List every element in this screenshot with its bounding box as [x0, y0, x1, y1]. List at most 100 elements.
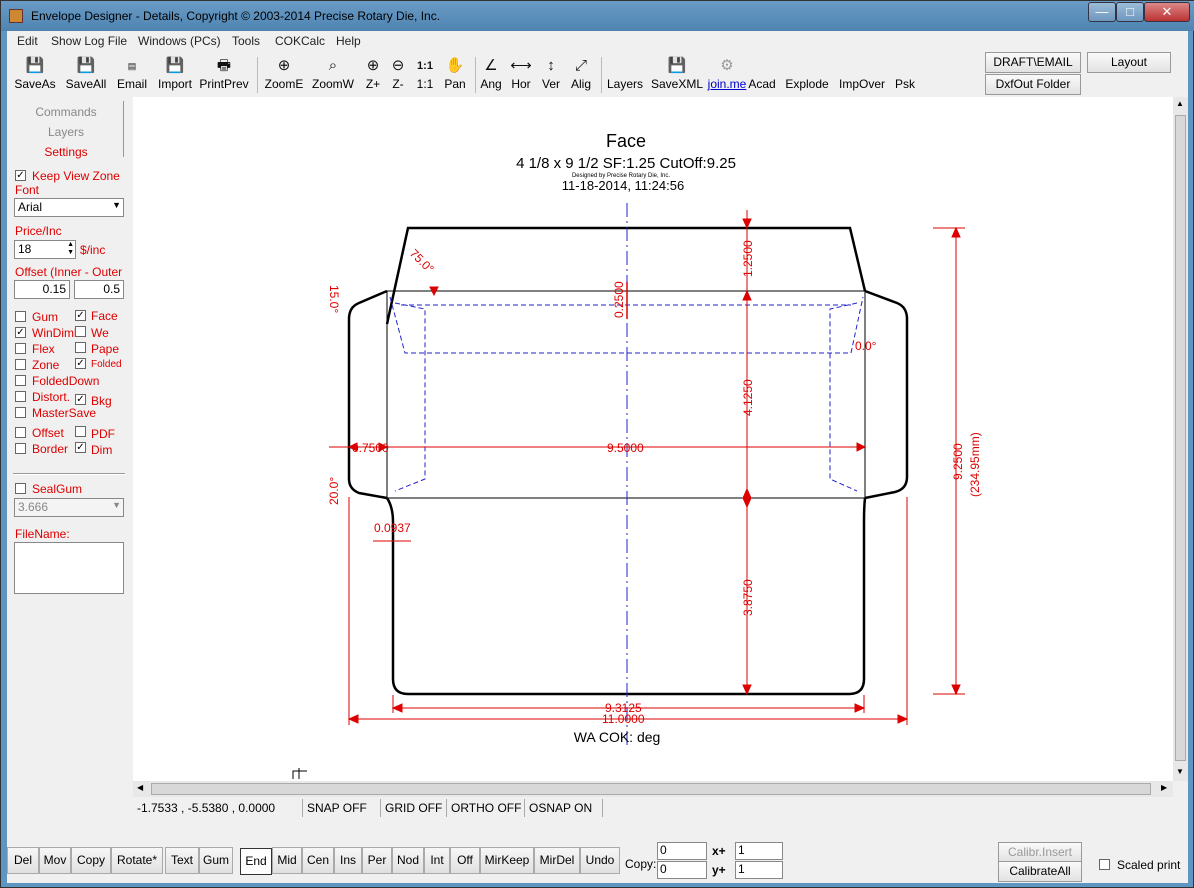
scroll-right-icon[interactable]: ▶ — [1161, 783, 1167, 792]
minimize-button[interactable]: — — [1088, 2, 1116, 22]
explode-button[interactable]: Explode — [785, 55, 829, 91]
arrowhead — [742, 289, 752, 301]
copy-button[interactable]: Copy — [71, 847, 111, 874]
vertical-scrollbar[interactable]: ▲ ▼ — [1173, 97, 1188, 781]
menu-show-log-file[interactable]: Show Log File — [51, 34, 127, 48]
scroll-up-icon[interactable]: ▲ — [1176, 99, 1184, 108]
distort-checkbox[interactable] — [15, 391, 26, 402]
font-select[interactable]: Arial ▼ — [14, 198, 124, 217]
alig-button[interactable]: ⤢ Alig — [569, 55, 593, 91]
ver-button[interactable]: ↕ Ver — [539, 55, 563, 91]
mov-button[interactable]: Mov — [39, 847, 71, 874]
tab-layers[interactable]: Layers — [7, 125, 125, 139]
gum-button[interactable]: Gum — [199, 847, 233, 874]
pape-checkbox[interactable] — [75, 342, 86, 353]
calibrate-all-button[interactable]: CalibrateAll — [998, 861, 1082, 882]
layers-button[interactable]: Layers — [607, 55, 643, 91]
mid-button[interactable]: Mid — [272, 847, 302, 874]
ang-button[interactable]: ∠ Ang — [479, 55, 503, 91]
zoomw-button[interactable]: ⌕ ZoomW — [311, 55, 355, 91]
sealgum-select[interactable]: 3.666 ▼ — [14, 498, 124, 517]
pan-button[interactable]: ✋ Pan — [441, 55, 469, 91]
nod-button[interactable]: Nod — [392, 847, 424, 874]
text-button[interactable]: Text — [165, 847, 199, 874]
mastersave-checkbox[interactable] — [15, 407, 26, 418]
acad-button[interactable]: Acad — [747, 55, 777, 91]
hor-button[interactable]: ⟷ Hor — [509, 55, 533, 91]
dim-checkbox[interactable]: ✓ — [75, 442, 86, 453]
calibr-insert-button[interactable]: Calibr.Insert — [998, 842, 1082, 863]
tab-commands[interactable]: Commands — [7, 105, 125, 119]
ins-button[interactable]: Ins — [334, 847, 362, 874]
int-button[interactable]: Int — [424, 847, 450, 874]
impover-button[interactable]: ImpOver — [839, 55, 885, 91]
end-button[interactable]: End — [240, 848, 272, 875]
zone-checkbox[interactable] — [15, 359, 26, 370]
joinme-link[interactable]: ⚙ join.me — [707, 55, 747, 91]
mirdel-button[interactable]: MirDel — [534, 847, 580, 874]
layout-button[interactable]: Layout — [1087, 52, 1171, 73]
folded-checkbox[interactable]: ✓ — [75, 358, 86, 369]
dxfout-folder-button[interactable]: DxfOut Folder — [985, 74, 1081, 95]
arrowhead — [391, 703, 403, 713]
drawing-canvas[interactable]: Face 4 1/8 x 9 1/2 SF:1.25 CutOff:9.25 D… — [133, 97, 1173, 781]
flex-checkbox[interactable] — [15, 343, 26, 354]
border-checkbox[interactable] — [15, 443, 26, 454]
import-button[interactable]: 💾 Import — [155, 55, 195, 91]
email-button[interactable]: ▤ Email — [113, 55, 151, 91]
pdf-checkbox[interactable] — [75, 426, 86, 437]
status-grid[interactable]: GRID OFF — [381, 799, 447, 817]
status-ortho[interactable]: ORTHO OFF — [447, 799, 525, 817]
savexml-button[interactable]: 💾 SaveXML — [651, 55, 703, 91]
draft-email-button[interactable]: DRAFT\EMAIL — [985, 52, 1081, 73]
copy-count-a-input[interactable]: 0 — [657, 842, 707, 860]
scroll-thumb[interactable] — [151, 783, 1151, 795]
scroll-thumb[interactable] — [1175, 115, 1186, 761]
horizontal-scrollbar[interactable]: ◀ ▶ — [133, 781, 1173, 797]
status-snap[interactable]: SNAP OFF — [303, 799, 381, 817]
we-checkbox[interactable] — [75, 326, 86, 337]
status-osnap[interactable]: OSNAP ON — [525, 799, 603, 817]
windim-checkbox[interactable]: ✓ — [15, 327, 26, 338]
menu-help[interactable]: Help — [336, 34, 361, 48]
copy-count-b-input[interactable]: 0 — [657, 861, 707, 879]
scaled-print-checkbox[interactable] — [1099, 859, 1110, 870]
cen-button[interactable]: Cen — [302, 847, 334, 874]
scroll-left-icon[interactable]: ◀ — [137, 783, 143, 792]
printprev-button[interactable]: 🖶 PrintPrev — [199, 55, 249, 91]
one-to-one-button[interactable]: 1:1 1:1 — [413, 55, 437, 91]
sealgum-checkbox[interactable] — [15, 483, 26, 494]
keep-view-zone-checkbox[interactable]: ✓ — [15, 170, 26, 181]
x-offset-input[interactable]: 1 — [735, 842, 783, 860]
menu-cokcalc[interactable]: COKCalc — [275, 34, 325, 48]
saveas-button[interactable]: 💾 SaveAs — [13, 55, 57, 91]
maximize-button[interactable]: □ — [1116, 2, 1144, 22]
rotate-button[interactable]: Rotate* — [111, 847, 163, 874]
saveall-button[interactable]: 💾 SaveAll — [63, 55, 109, 91]
undo-button[interactable]: Undo — [580, 847, 620, 874]
del-button[interactable]: Del — [7, 847, 39, 874]
mirkeep-button[interactable]: MirKeep — [480, 847, 534, 874]
menu-edit[interactable]: Edit — [17, 34, 38, 48]
bkg-checkbox[interactable]: ✓ — [75, 394, 86, 405]
offset-checkbox[interactable] — [15, 427, 26, 438]
scroll-down-icon[interactable]: ▼ — [1176, 767, 1184, 776]
psk-button[interactable]: Psk — [893, 55, 917, 91]
per-button[interactable]: Per — [362, 847, 392, 874]
offset-outer-input[interactable]: 0.5 — [74, 280, 124, 299]
tab-settings[interactable]: Settings — [7, 145, 125, 159]
off-button[interactable]: Off — [450, 847, 480, 874]
menu-tools[interactable]: Tools — [232, 34, 260, 48]
price-input[interactable]: 18 ▲ ▼ — [14, 240, 76, 259]
foldeddown-checkbox[interactable] — [15, 375, 26, 386]
y-offset-input[interactable]: 1 — [735, 861, 783, 879]
zoom-out-button[interactable]: ⊖ Z- — [387, 55, 409, 91]
offset-inner-input[interactable]: 0.15 — [14, 280, 70, 299]
close-button[interactable]: ✕ — [1144, 2, 1190, 22]
zoome-button[interactable]: ⊕ ZoomE — [263, 55, 305, 91]
menu-windows[interactable]: Windows (PCs) — [138, 34, 221, 48]
face-checkbox[interactable]: ✓ — [75, 310, 86, 321]
filename-textarea[interactable] — [14, 542, 124, 594]
zoom-in-button[interactable]: ⊕ Z+ — [361, 55, 385, 91]
gum-checkbox[interactable] — [15, 311, 26, 322]
